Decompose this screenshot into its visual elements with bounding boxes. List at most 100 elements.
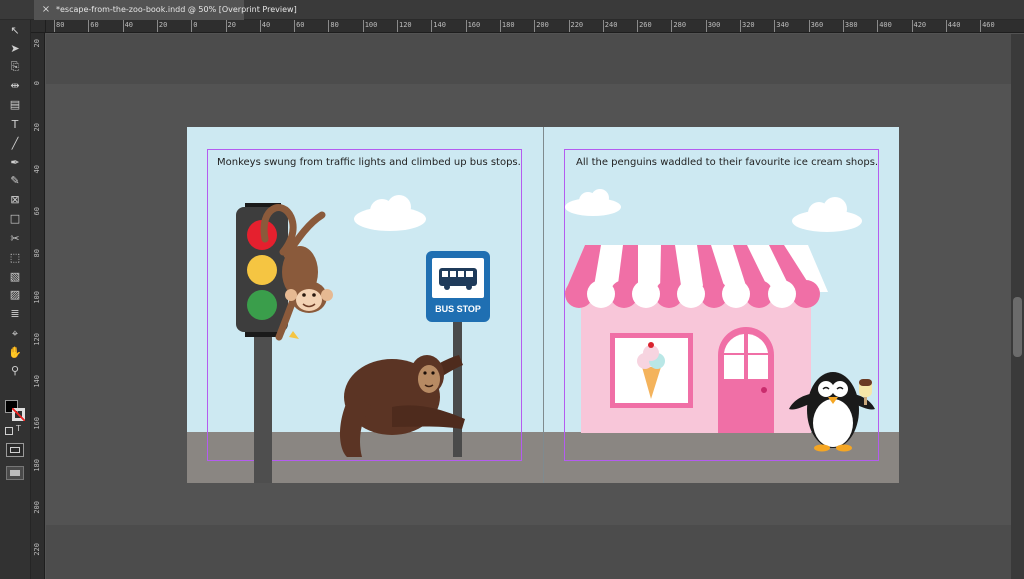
ruler-tick-label: 200 (536, 21, 549, 29)
ruler-tick-label: 220 (33, 543, 41, 556)
ruler-tick-label: 260 (639, 21, 652, 29)
ruler-tick-label: 240 (604, 21, 618, 29)
ruler-tick-label: 20 (158, 21, 168, 29)
ruler-tick-label: 40 (124, 21, 134, 29)
content-collector-tool-icon[interactable]: ▤ (5, 96, 25, 113)
ruler-tick-label: 180 (501, 21, 515, 29)
gap-tool-icon[interactable]: ⇹ (5, 77, 25, 94)
hand-tool-icon[interactable]: ✋ (5, 344, 25, 361)
rectangle-frame-tool-icon[interactable]: ⊠ (5, 191, 25, 208)
formatting-container-icon[interactable] (5, 427, 13, 435)
apply-none-icon[interactable] (12, 408, 25, 421)
ruler-tick-label: 220 (570, 21, 584, 29)
right-page-illustration[interactable] (544, 127, 899, 483)
ruler-tick-label: 20 (227, 21, 236, 29)
ruler-tick (122, 20, 124, 32)
ruler-tick-label: 420 (913, 21, 927, 29)
ruler-tick (431, 20, 433, 32)
pen-tool-icon[interactable]: ✒ (5, 154, 25, 171)
ruler-tick-label: 20 (33, 123, 41, 132)
ruler-tick (671, 20, 673, 32)
ruler-tick (259, 20, 261, 32)
ruler-tick (740, 20, 741, 32)
ruler-tick-label: 460 (982, 21, 995, 29)
document-tab-title: *escape-from-the-zoo-book.indd @ 50% [Ov… (56, 5, 297, 14)
traffic-light-pole (254, 332, 272, 483)
cloud-icon (792, 197, 862, 232)
ruler-tick (945, 20, 947, 32)
ruler-tick-label: 100 (364, 21, 378, 29)
view-mode-icon[interactable] (6, 466, 24, 480)
screen-mode-icon[interactable] (6, 443, 24, 457)
selection-tool-icon[interactable]: ↖ (5, 22, 25, 39)
note-tool-icon[interactable]: ≣ (5, 305, 25, 322)
left-page[interactable]: Monkeys swung from traffic lights and cl… (187, 127, 543, 483)
ruler-tick-label: 320 (742, 21, 755, 29)
ruler-tick-label: 160 (467, 21, 481, 29)
ruler-tick-label: 40 (261, 21, 271, 29)
ruler-tick (637, 20, 639, 32)
ruler-tick-label: 440 (947, 21, 961, 29)
pasteboard-band-bottom (46, 525, 1011, 579)
ruler-tick-label: 300 (707, 21, 721, 29)
ruler-tick-label: 120 (399, 21, 412, 29)
ruler-tick-label: 400 (879, 21, 892, 29)
horizontal-ruler[interactable]: 80 60 40 20 0 20 40 60 80 100 120 140 160 180 200 220 24… (46, 20, 1024, 33)
ruler-tick-label: 60 (90, 21, 99, 29)
direct-selection-tool-icon[interactable]: ➤ (5, 40, 25, 57)
page-tool-icon[interactable]: ⎘ (5, 58, 25, 75)
cloud-icon (565, 189, 621, 216)
ruler-tick (842, 20, 844, 32)
type-tool-icon[interactable]: T (5, 116, 25, 133)
ruler-tick (808, 20, 810, 32)
ruler-tick-label: 60 (33, 207, 41, 216)
right-page[interactable]: All the penguins waddled to their favour… (544, 127, 899, 483)
ruler-tick (534, 20, 536, 32)
ruler-tick (54, 20, 55, 32)
scissors-tool-icon[interactable]: ✂ (5, 230, 25, 247)
ruler-tick-label: 280 (673, 21, 687, 29)
ruler-tick-label: 380 (844, 21, 858, 29)
ruler-tick-label: 60 (296, 21, 305, 29)
ice-cream-shop (565, 245, 828, 433)
ruler-tick (568, 20, 570, 32)
line-tool-icon[interactable]: ╱ (5, 135, 25, 152)
ruler-tick-label: 140 (433, 21, 446, 29)
close-icon[interactable]: × (40, 0, 52, 20)
bus-stop-pole (453, 317, 462, 457)
zoom-tool-icon[interactable]: ⚲ (5, 362, 25, 379)
eyedropper-tool-icon[interactable]: ⌖ (5, 325, 25, 342)
ruler-tick (362, 20, 364, 32)
pasteboard-band-top (46, 34, 1011, 84)
ruler-tick (88, 20, 90, 32)
ruler-origin[interactable] (31, 20, 46, 33)
ruler-tick (774, 20, 776, 32)
formatting-text-icon[interactable]: T (16, 424, 21, 433)
ruler-tick (911, 20, 913, 32)
ruler-tick (705, 20, 707, 32)
ruler-tick-label: 40 (33, 165, 41, 174)
cloud-icon (354, 195, 426, 231)
vertical-scrollbar-thumb[interactable] (1013, 297, 1022, 357)
gradient-feather-tool-icon[interactable]: ▨ (5, 286, 25, 303)
rectangle-tool-icon[interactable]: □ (5, 210, 25, 227)
pencil-tool-icon[interactable]: ✎ (5, 172, 25, 189)
ruler-tick-label: 20 (33, 39, 41, 48)
document-tab[interactable]: *escape-from-the-zoo-book.indd @ 50% [Ov… (34, 0, 297, 20)
free-transform-tool-icon[interactable]: ⬚ (5, 249, 25, 266)
ruler-tick-label: 0 (193, 21, 198, 29)
ruler-tick-label: 80 (56, 21, 65, 29)
tools-panel: ⚲ ✋ ⌖ ≣ ▨ ▧ ⬚ ✂ □ ⊠ ✎ ✒ ╱ T ▤ ⇹ ⎘ ➤ ↖ T (0, 20, 31, 579)
ruler-tick (465, 20, 467, 32)
ruler-tick-label: 360 (810, 21, 824, 29)
ruler-tick-label: 100 (33, 291, 41, 304)
ruler-tick (877, 20, 879, 32)
ruler-tick-label: 0 (33, 81, 41, 86)
gradient-swatch-tool-icon[interactable]: ▧ (5, 268, 25, 285)
bus-stop-label: BUS STOP (435, 304, 481, 314)
indesign-window: *escape-from-the-zoo-book.indd @ 50% [Ov… (0, 0, 1024, 579)
ruler-tick-label: 80 (33, 249, 41, 258)
ruler-tick (191, 20, 193, 32)
vertical-ruler[interactable]: 20 0 20 40 60 80 100 120 140 160 180 200 220 (31, 33, 45, 579)
ruler-tick-label: 340 (776, 21, 789, 29)
